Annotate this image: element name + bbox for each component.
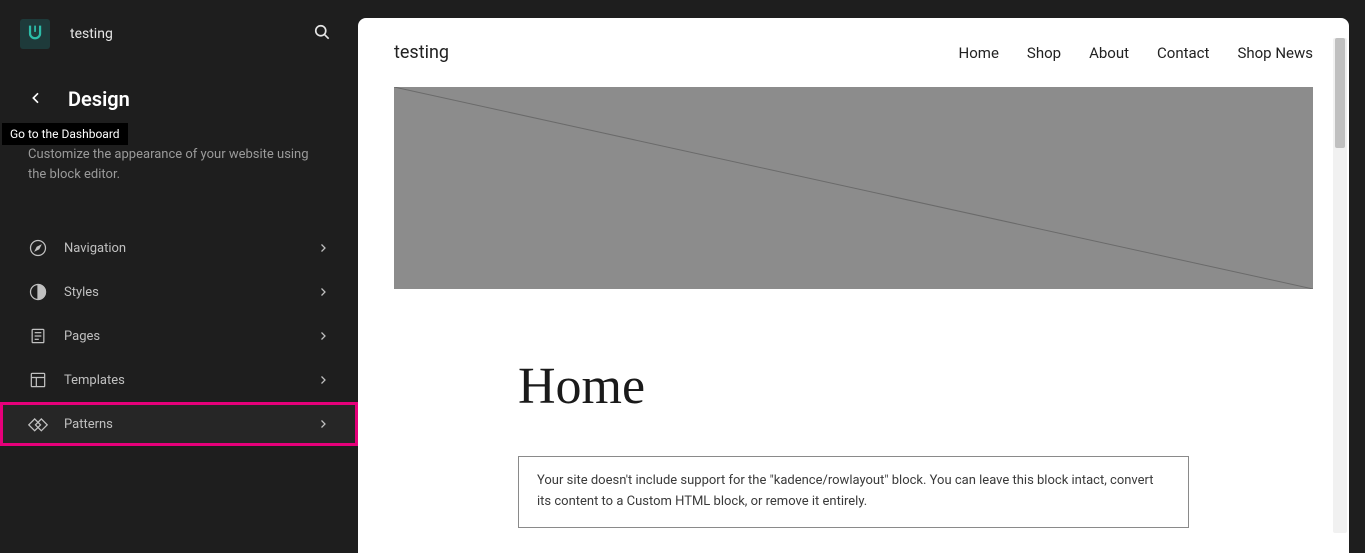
scrollbar-thumb[interactable] xyxy=(1335,38,1345,148)
page-body: Home Your site doesn't include support f… xyxy=(358,289,1349,528)
nav-link-shop-news[interactable]: Shop News xyxy=(1237,44,1313,62)
app-root: ᕫ testing Design Go to the Dashboard Cus… xyxy=(0,0,1365,553)
sidebar-item-navigation[interactable]: Navigation xyxy=(0,226,358,270)
sidebar-top-bar: ᕫ testing xyxy=(0,0,358,67)
nav-link-home[interactable]: Home xyxy=(959,44,999,62)
compass-icon xyxy=(28,238,48,258)
search-button[interactable] xyxy=(306,16,338,51)
sidebar-item-label: Navigation xyxy=(64,241,300,256)
chevron-right-icon xyxy=(316,417,330,431)
hero-placeholder xyxy=(394,87,1313,289)
sidebar-item-templates[interactable]: Templates xyxy=(0,358,358,402)
site-nav: Home Shop About Contact Shop News xyxy=(959,44,1313,62)
preview-canvas[interactable]: testing Home Shop About Contact Shop New… xyxy=(358,18,1349,553)
chevron-right-icon xyxy=(316,285,330,299)
search-icon xyxy=(312,30,332,45)
sidebar-item-label: Pages xyxy=(64,329,300,344)
sidebar-item-label: Patterns xyxy=(64,417,300,432)
panel-description: Customize the appearance of your website… xyxy=(28,145,330,184)
nav-link-about[interactable]: About xyxy=(1089,44,1129,62)
scrollbar-track[interactable] xyxy=(1333,38,1347,533)
preview-area: testing Home Shop About Contact Shop New… xyxy=(358,0,1365,553)
sidebar-item-label: Styles xyxy=(64,285,300,300)
sidebar-header-row: Design xyxy=(28,87,330,111)
editor-sidebar: ᕫ testing Design Go to the Dashboard Cus… xyxy=(0,0,358,553)
dashboard-tooltip: Go to the Dashboard xyxy=(2,123,128,145)
page-title: Home xyxy=(518,357,1189,416)
chevron-right-icon xyxy=(316,373,330,387)
sidebar-item-styles[interactable]: Styles xyxy=(0,270,358,314)
site-header: testing Home Shop About Contact Shop New… xyxy=(358,18,1349,87)
sidebar-header: Design Go to the Dashboard Customize the… xyxy=(0,67,358,184)
site-title[interactable]: testing xyxy=(70,26,286,42)
chevron-left-icon xyxy=(28,94,44,109)
patterns-icon xyxy=(28,414,48,434)
chevron-right-icon xyxy=(316,329,330,343)
nav-link-shop[interactable]: Shop xyxy=(1027,44,1061,62)
nav-link-contact[interactable]: Contact xyxy=(1157,44,1209,62)
sidebar-item-patterns[interactable]: Patterns xyxy=(0,402,358,446)
panel-title: Design xyxy=(68,87,130,111)
half-circle-icon xyxy=(28,282,48,302)
sidebar-menu: Navigation Styles Pages xyxy=(0,226,358,446)
preview-site-name[interactable]: testing xyxy=(394,42,449,63)
back-button[interactable] xyxy=(28,90,44,109)
sidebar-item-pages[interactable]: Pages xyxy=(0,314,358,358)
sidebar-item-label: Templates xyxy=(64,373,300,388)
chevron-right-icon xyxy=(316,241,330,255)
page-icon xyxy=(28,326,48,346)
block-support-notice: Your site doesn't include support for th… xyxy=(518,456,1189,528)
layout-icon xyxy=(28,370,48,390)
site-logo[interactable]: ᕫ xyxy=(20,19,50,49)
